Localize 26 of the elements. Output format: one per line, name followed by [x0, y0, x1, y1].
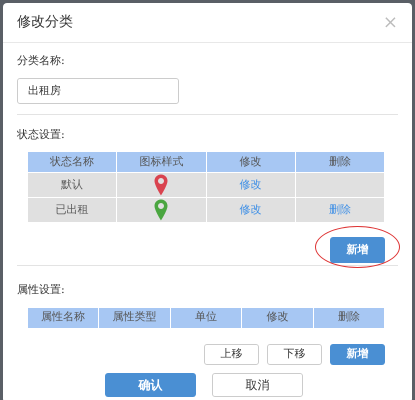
column-header: 图标样式: [116, 152, 206, 172]
column-header: 状态名称: [28, 152, 117, 172]
table-cell: 已出租: [28, 198, 117, 222]
action-button[interactable]: 新增: [330, 344, 385, 364]
column-header: 修改: [206, 152, 296, 172]
section-label: 状态设置:: [17, 126, 66, 142]
action-button[interactable]: 下移: [267, 344, 322, 364]
section-label: 属性设置:: [17, 282, 66, 298]
dialog-title: 修改分类: [17, 13, 73, 32]
column-header: 属性类型: [98, 307, 170, 328]
delete-link[interactable]: 删除: [328, 202, 351, 216]
column-header: 修改: [242, 307, 314, 328]
action-button[interactable]: 取消: [212, 372, 303, 396]
action-button[interactable]: 确认: [105, 372, 196, 396]
close-button[interactable]: ×: [382, 14, 398, 32]
column-header: 单位: [170, 307, 242, 328]
column-header: 删除: [313, 307, 384, 328]
edit-link[interactable]: 修改: [240, 178, 262, 191]
input-field[interactable]: 出租房: [17, 78, 179, 104]
add-button[interactable]: 新增: [330, 237, 385, 263]
column-header: 属性名称: [28, 307, 99, 328]
column-header: 删除: [295, 152, 384, 172]
action-button[interactable]: 上移: [204, 344, 259, 364]
edit-link[interactable]: 修改: [240, 202, 262, 216]
table-cell: 默认: [28, 172, 117, 198]
field-label: 分类名称:: [17, 53, 66, 69]
